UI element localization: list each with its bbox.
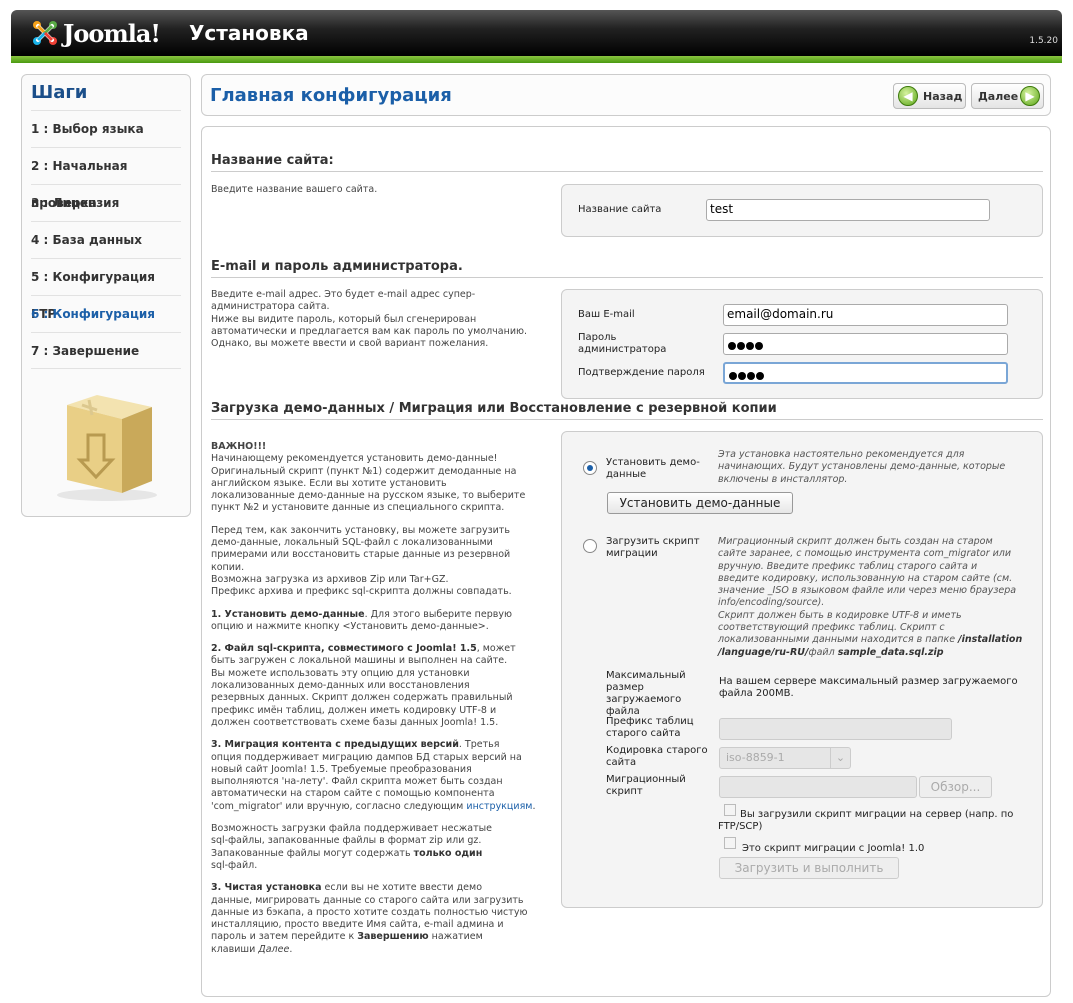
encoding-select[interactable]: iso-8859-1 ⌄ [719, 747, 851, 769]
site-name-label: Название сайта [578, 204, 662, 215]
admin-description: Введите e-mail адрес. Это будет e-mail а… [211, 289, 528, 350]
site-description: Введите название вашего сайта. [211, 184, 378, 195]
email-label: Ваш E-mail [578, 309, 635, 320]
instructions-link[interactable]: инструкциям [466, 801, 532, 812]
site-form: Название сайта test [561, 184, 1043, 237]
green-divider [11, 56, 1062, 63]
script-file-input[interactable] [719, 776, 917, 798]
install-demo-button[interactable]: Установить демо-данные [607, 492, 793, 514]
main-panel: Название сайта: Введите название вашего … [201, 126, 1051, 997]
email-input[interactable]: email@domain.ru [723, 304, 1008, 326]
upload-execute-button[interactable]: Загрузить и выполнить [719, 857, 899, 879]
back-button-label: Назад [923, 90, 963, 103]
site-section-title: Название сайта: [211, 153, 1043, 172]
page-title: Главная конфигурация [210, 85, 452, 106]
prefix-input[interactable] [719, 718, 952, 740]
back-button[interactable]: ◀ Назад [893, 83, 966, 109]
version-label: 1.5.20 [1029, 36, 1058, 46]
uploaded-label: Вы загрузили скрипт миграции на сервер (… [718, 809, 1014, 832]
step-precheck: 2 : Начальная проверка [31, 147, 181, 210]
upload-migration-radio[interactable] [583, 539, 597, 553]
password-input[interactable] [723, 333, 1008, 355]
next-button[interactable]: Далее ▶ [971, 83, 1044, 109]
password-label: Пароль администратора [578, 332, 667, 355]
install-demo-label: Установить демо-данные [606, 457, 700, 480]
install-box-icon [57, 395, 157, 501]
install-demo-radio[interactable] [583, 461, 597, 475]
encoding-label: Кодировка старого сайта [606, 745, 708, 768]
arrow-right-icon: ▶ [1020, 86, 1040, 106]
title-bar: Главная конфигурация ◀ Назад Далее ▶ [201, 74, 1051, 116]
demo-options-panel: Установить демо-данные Эта установка нас… [561, 431, 1043, 908]
step-configuration: 6 : Конфигурация [31, 295, 181, 332]
joomla-logo-icon [33, 21, 57, 45]
script-label: Миграционный скрипт [606, 774, 686, 797]
steps-panel: Шаги 1 : Выбор языка 2 : Начальная прове… [21, 74, 191, 517]
prefix-label: Префикс таблиц старого сайта [606, 716, 694, 739]
step-language: 1 : Выбор языка [31, 110, 181, 147]
step-ftp: 5 : Конфигурация FTP [31, 258, 181, 321]
step-license: 3 : Лицензия [31, 184, 181, 221]
step-database: 4 : База данных [31, 221, 181, 258]
demo-section-title: Загрузка демо-данных / Миграция или Восс… [211, 401, 1043, 420]
arrow-left-icon: ◀ [898, 86, 918, 106]
upload-migration-description: Миграционный скрипт должен быть создан н… [718, 536, 1023, 658]
page-header-title: Установка [189, 21, 309, 45]
install-demo-description: Эта установка настоятельно рекомендуется… [718, 449, 1006, 485]
password-confirm-label: Подтверждение пароля [578, 367, 705, 378]
admin-section-title: E-mail и пароль администратора. [211, 259, 1043, 278]
password-confirm-input[interactable] [723, 362, 1008, 384]
joomla10-checkbox[interactable] [724, 837, 736, 849]
joomla10-label: Это скрипт миграции с Joomla! 1.0 [742, 843, 925, 854]
logo-text: Joomla! [63, 19, 161, 48]
admin-form: Ваш E-mail email@domain.ru Пароль админи… [561, 289, 1043, 399]
step-finish: 7 : Завершение [31, 332, 181, 369]
upload-migration-label: Загрузить скрипт миграции [606, 536, 700, 559]
steps-title: Шаги [31, 82, 88, 103]
max-size-label: Максимальный размер загружаемого файла [606, 670, 686, 717]
header-bar: Joomla! Установка 1.5.20 [11, 10, 1062, 56]
next-button-label: Далее [978, 90, 1019, 103]
demo-description: ВАЖНО!!! Начинающему рекомендуется устан… [211, 441, 536, 955]
max-size-value: На вашем сервере максимальный размер заг… [719, 676, 1018, 699]
browse-button[interactable]: Обзор... [919, 776, 992, 798]
site-name-input[interactable]: test [706, 199, 990, 221]
chevron-down-icon: ⌄ [830, 748, 850, 768]
